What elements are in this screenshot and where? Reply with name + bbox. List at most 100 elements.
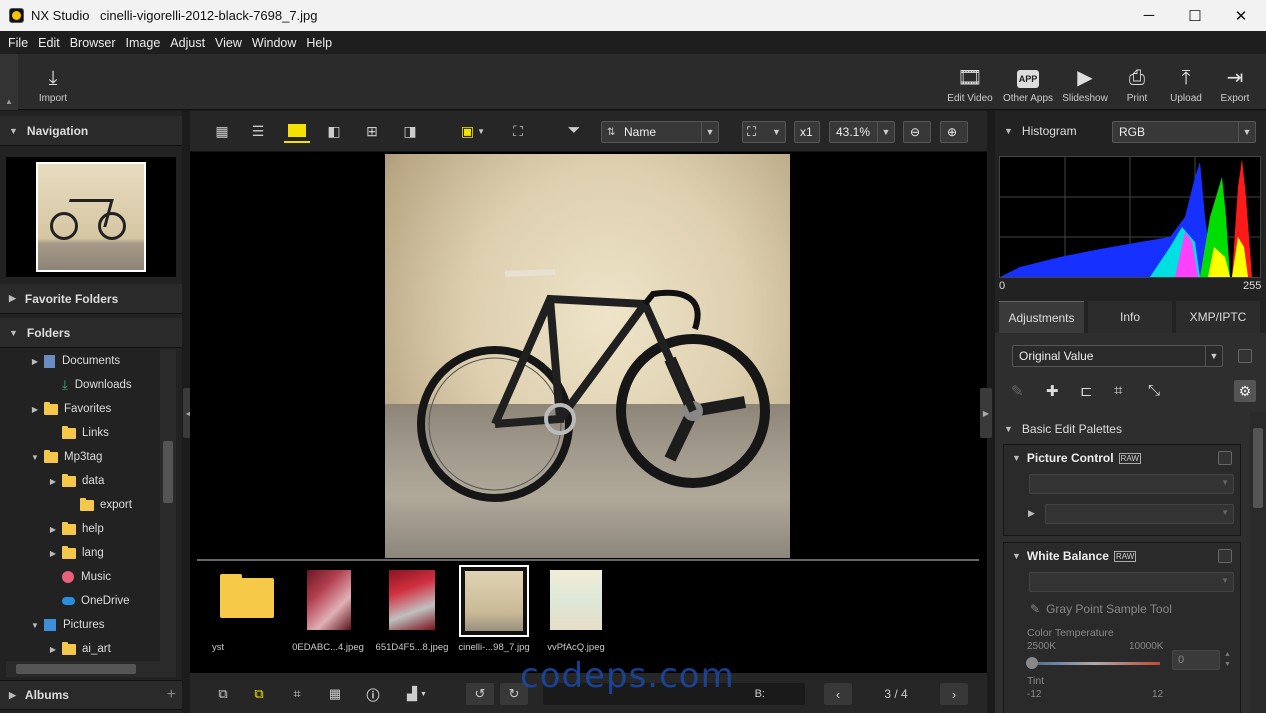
filmstrip-icon[interactable]: ▣ ▼ [456,119,490,143]
zoom-in-button[interactable]: ⊕ [940,121,968,143]
color-temp-input[interactable]: 0 [1172,650,1220,670]
navigation-header[interactable]: ▼ Navigation [0,116,182,146]
tree-item-export[interactable]: export [80,493,132,517]
tree-item-mp3tag[interactable]: ▼ Mp3tag [31,445,102,469]
single-view-icon[interactable] [284,119,310,143]
focus-point-icon[interactable]: ⌗ [286,683,308,705]
thumbnail-0edabc[interactable]: 0EDABC...4.jpeg [286,566,370,653]
favorite-folders-header[interactable]: ▶ Favorite Folders [0,284,182,314]
perspective-icon[interactable]: ⤡ [1148,382,1160,399]
compare-four-icon[interactable]: ⊞ [360,119,384,143]
tree-item-onedrive[interactable]: OneDrive [62,589,130,613]
scrollbar-thumb[interactable] [163,441,173,503]
white-balance-select[interactable]: ▼ [1029,572,1234,592]
picture-control-subselect[interactable]: ▼ [1045,504,1234,524]
picture-control-select[interactable]: ▼ [1029,474,1234,494]
basic-edit-header[interactable]: ▼ Basic Edit Palettes [995,414,1249,444]
menu-browser[interactable]: Browser [70,36,116,50]
previous-image-button[interactable]: ‹ [824,683,852,705]
expand-arrow-icon[interactable]: ▶ [28,405,42,414]
grid-view-icon[interactable]: ▦ [210,119,234,143]
minimize-button[interactable]: ─ [1126,0,1172,31]
tree-item-downloads[interactable]: ⤓ Downloads [62,373,132,397]
labels-icon[interactable]: ⧉ [248,683,270,705]
picture-control-header[interactable]: ▼ Picture Control RAW [1004,445,1240,471]
next-image-button[interactable]: › [940,683,968,705]
magnify-button[interactable]: x1 [794,121,820,143]
white-balance-checkbox[interactable] [1218,549,1232,563]
add-album-icon[interactable]: + [167,686,176,704]
collapse-toolbar-icon[interactable]: ▲ [0,54,18,110]
picture-control-checkbox[interactable] [1218,451,1232,465]
thumbnail-folder[interactable]: yst [204,566,292,653]
upload-button[interactable]: ⤒ Upload [1163,54,1209,110]
menu-help[interactable]: Help [306,36,332,50]
zoom-dropdown[interactable]: 43.1% ▼ [829,121,895,143]
palettes-scrollbar[interactable] [1250,412,1266,713]
fit-dropdown[interactable]: ⛶ ▼ [742,121,786,143]
channel-dropdown[interactable]: RGB ▼ [1112,121,1256,143]
tab-adjustments[interactable]: Adjustments [999,301,1084,333]
expand-arrow-icon[interactable]: ▶ [46,645,60,654]
navigation-preview[interactable] [6,157,176,277]
tab-xmp-iptc[interactable]: XMP/IPTC [1176,301,1260,333]
thumbnail-cinelli-selected[interactable]: cinelli-...98_7.jpg [452,565,536,653]
export-button[interactable]: ⇥ Export [1212,54,1258,110]
histogram-overlay-icon[interactable]: ▟ ▼ [400,683,434,705]
scrollbar-thumb[interactable] [1253,428,1263,508]
crop-icon[interactable]: ⌗ [1114,382,1122,399]
tree-item-lang[interactable]: ▶ lang [50,541,104,565]
stack-icon[interactable]: ⧉ [212,683,234,705]
tree-item-data[interactable]: ▶ data [50,469,104,493]
preset-dropdown[interactable]: Original Value ▼ [1012,345,1223,367]
collapse-arrow-icon[interactable]: ▼ [28,621,42,630]
close-button[interactable]: ✕ [1218,0,1264,31]
sort-dropdown[interactable]: ⇅ Name ▼ [601,121,719,143]
expand-arrow-icon[interactable]: ▶ [46,549,60,558]
folder-tree-hscrollbar[interactable] [6,661,176,677]
hscrollbar-thumb[interactable] [16,664,136,674]
gray-point-tool[interactable]: ✎ Gray Point Sample Tool [1030,602,1172,616]
picture-control-expand-icon[interactable]: ▶ [1028,508,1035,519]
import-button[interactable]: ⤓ Import [30,54,76,110]
compare-two-icon[interactable]: ◧ [322,119,346,143]
tree-item-pictures[interactable]: ▼ Pictures [31,613,105,637]
preset-checkbox[interactable] [1238,349,1252,363]
main-photo[interactable] [385,154,790,558]
filter-icon[interactable]: ⏷ [562,119,586,143]
albums-header[interactable]: ▶ Albums + [0,680,182,710]
menu-image[interactable]: Image [126,36,161,50]
print-button[interactable]: ⎙ Print [1114,54,1160,110]
thumbnail-651d4f5[interactable]: 651D4F5...8.jpeg [370,566,454,653]
tab-info[interactable]: Info [1088,301,1172,333]
menu-adjust[interactable]: Adjust [170,36,205,50]
white-balance-header[interactable]: ▼ White Balance RAW [1004,543,1240,569]
expand-arrow-icon[interactable]: ▶ [46,525,60,534]
info-icon[interactable]: ⓘ [362,683,384,705]
tree-item-favorites[interactable]: ▶ Favorites [32,397,111,421]
maximize-button[interactable]: ☐ [1172,0,1218,31]
expand-arrow-icon[interactable]: ▶ [46,477,60,486]
tree-item-music[interactable]: Music [62,565,111,589]
tree-item-ai-art[interactable]: ▶ ai_art [50,637,111,659]
folders-header[interactable]: ▼ Folders [0,318,182,348]
color-temp-stepper[interactable]: ▲ ▼ [1224,650,1234,670]
slideshow-button[interactable]: ▶ Slideshow [1060,54,1110,110]
other-apps-button[interactable]: APP Other Apps [1000,54,1056,110]
color-temp-slider[interactable] [1030,662,1160,665]
expand-arrow-icon[interactable]: ▶ [28,357,42,366]
before-after-icon[interactable]: ◨ [398,119,422,143]
menu-window[interactable]: Window [252,36,296,50]
tree-item-links[interactable]: Links [62,421,109,445]
bandage-icon[interactable]: ✚ [1046,382,1059,400]
list-view-icon[interactable]: ☰ [246,119,270,143]
menu-view[interactable]: View [215,36,242,50]
color-temp-handle[interactable] [1026,657,1038,669]
rotate-left-icon[interactable]: ↺ [466,683,494,705]
grid-overlay-icon[interactable]: ▦ [324,683,346,705]
settings-gear-icon[interactable]: ⚙ [1234,380,1256,402]
collapse-right-panel-icon[interactable]: ▶ [980,388,992,438]
tree-item-help[interactable]: ▶ help [50,517,104,541]
tree-item-documents[interactable]: ▶ Documents [32,349,120,373]
full-screen-icon[interactable]: ⛶ [506,119,530,143]
